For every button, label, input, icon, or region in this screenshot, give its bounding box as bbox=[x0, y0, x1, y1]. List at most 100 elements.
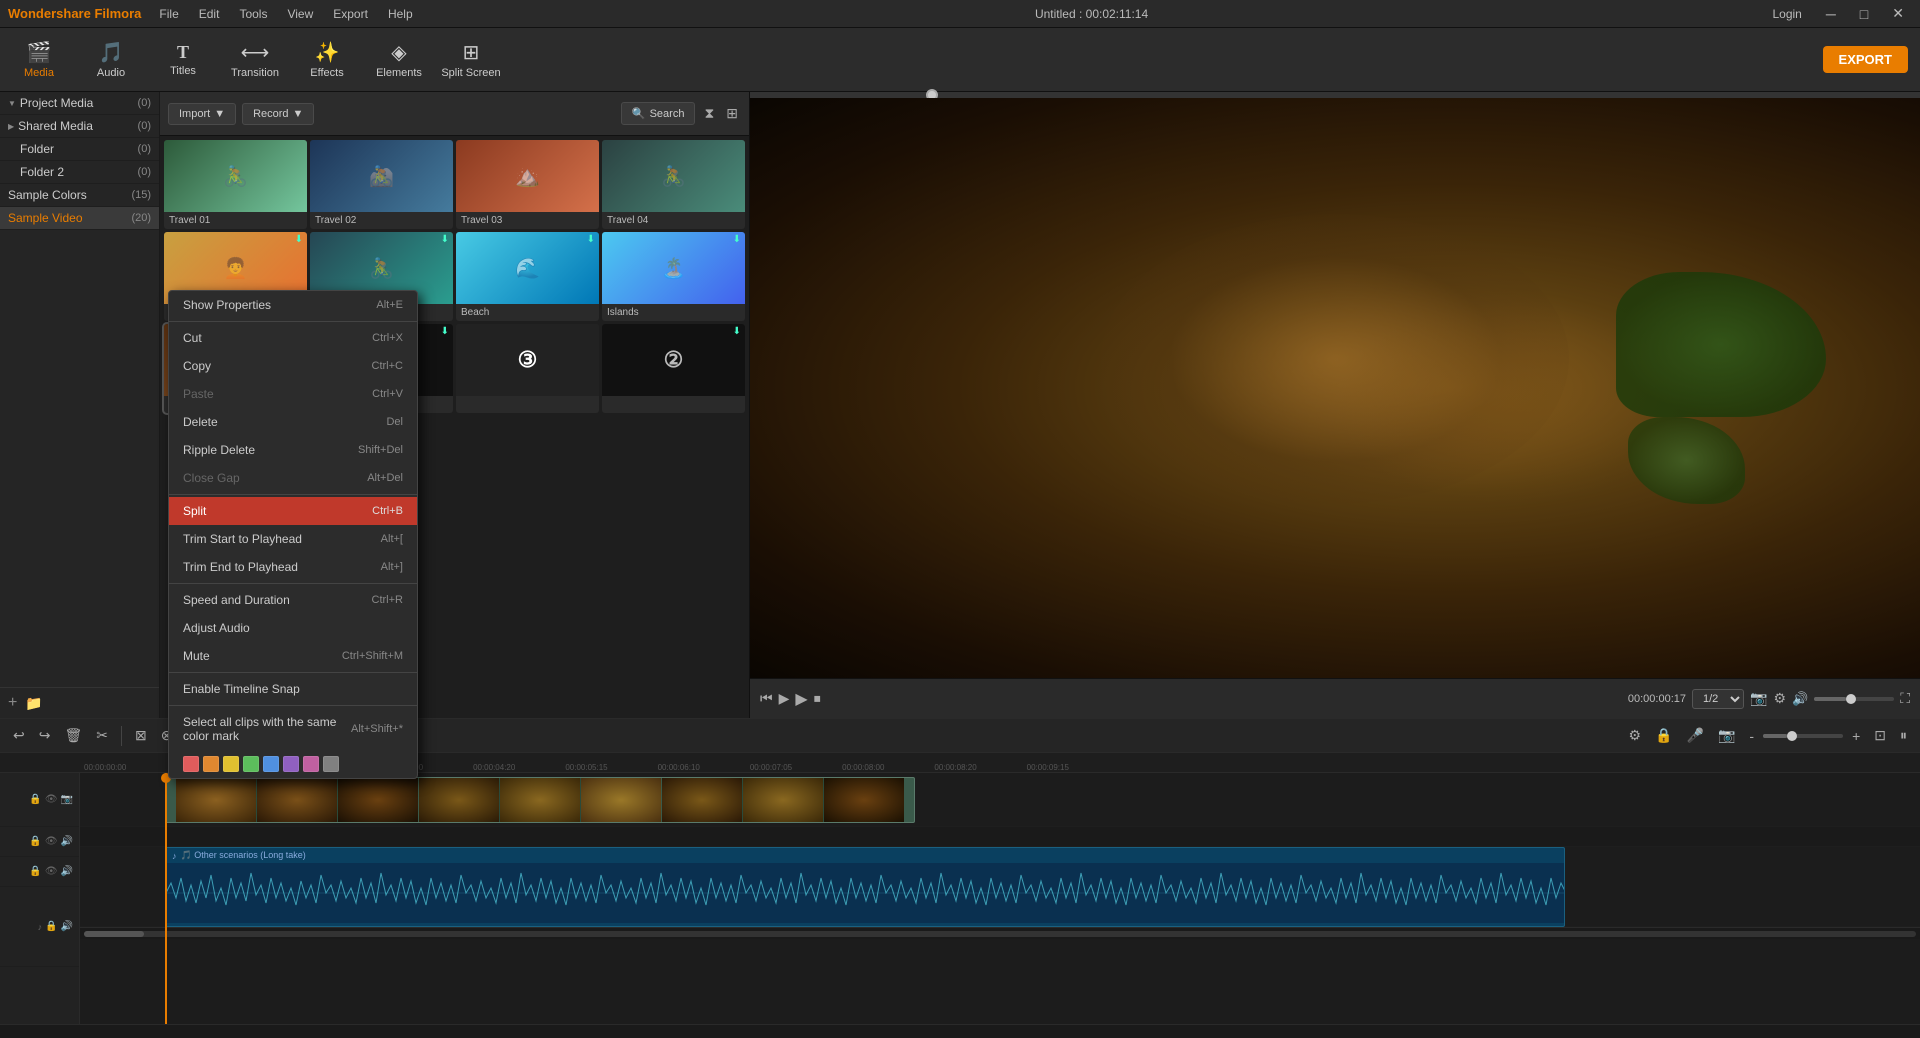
zoom-minus-btn[interactable]: - bbox=[1744, 725, 1759, 747]
snap-btn[interactable]: ⊠ bbox=[130, 724, 152, 747]
video-track-lock-icon[interactable]: 🔒 bbox=[29, 794, 41, 805]
undo-btn[interactable]: ↩ bbox=[8, 724, 30, 747]
close-btn[interactable]: ✕ bbox=[1884, 3, 1912, 24]
swatch-blue[interactable] bbox=[263, 756, 279, 772]
play-btn[interactable]: ▶ bbox=[795, 689, 807, 709]
video-track-eye-icon[interactable]: 👁 bbox=[45, 794, 58, 805]
ctx-adjust-audio[interactable]: Adjust Audio bbox=[169, 614, 417, 642]
audio1-track-eye-icon[interactable]: 👁 bbox=[45, 836, 58, 847]
media-item-travel01[interactable]: 🚴 Travel 01 bbox=[164, 140, 307, 229]
swatch-purple[interactable] bbox=[283, 756, 299, 772]
menu-edit[interactable]: Edit bbox=[193, 5, 226, 23]
swatch-orange[interactable] bbox=[203, 756, 219, 772]
media-item-countdown3[interactable]: ③ bbox=[456, 324, 599, 413]
ctx-speed-duration[interactable]: Speed and Duration Ctrl+R bbox=[169, 586, 417, 614]
sidebar-item-folder[interactable]: Folder (0) bbox=[0, 138, 159, 161]
menu-export[interactable]: Export bbox=[327, 5, 374, 23]
record-button[interactable]: Record ▼ bbox=[242, 103, 314, 125]
sidebar-item-project-media[interactable]: Project Media (0) bbox=[0, 92, 159, 115]
preview-screenshot-btn[interactable]: 📷 bbox=[1750, 690, 1767, 707]
swatch-pink[interactable] bbox=[303, 756, 319, 772]
tool-splitscreen[interactable]: ⊞ Split Screen bbox=[436, 32, 506, 88]
grid-view-button[interactable]: ⊞ bbox=[723, 102, 741, 125]
timeline-fit-btn[interactable]: ⊡ bbox=[1869, 724, 1891, 747]
menu-view[interactable]: View bbox=[281, 5, 319, 23]
timeline-zoom-slider[interactable] bbox=[1763, 734, 1843, 738]
timeline-mic-btn[interactable]: 🎤 bbox=[1682, 724, 1709, 747]
ctx-trim-start[interactable]: Trim Start to Playhead Alt+[ bbox=[169, 525, 417, 553]
audio2-track-eye-icon[interactable]: 👁 bbox=[45, 866, 58, 877]
tool-elements[interactable]: ◈ Elements bbox=[364, 32, 434, 88]
menu-tools[interactable]: Tools bbox=[233, 5, 273, 23]
ctx-delete[interactable]: Delete Del bbox=[169, 408, 417, 436]
delete-btn[interactable]: 🗑 bbox=[59, 724, 87, 747]
sidebar-item-shared-media[interactable]: Shared Media (0) bbox=[0, 115, 159, 138]
swatch-red[interactable] bbox=[183, 756, 199, 772]
swatch-yellow[interactable] bbox=[223, 756, 239, 772]
audio2-track-lock-icon[interactable]: 🔒 bbox=[29, 866, 41, 877]
tool-media[interactable]: 🎬 Media bbox=[4, 32, 74, 88]
swatch-green[interactable] bbox=[243, 756, 259, 772]
ctx-show-properties[interactable]: Show Properties Alt+E bbox=[169, 291, 417, 319]
login-btn[interactable]: Login bbox=[1764, 5, 1809, 23]
add-media-icon[interactable]: + bbox=[8, 694, 17, 712]
ctx-split[interactable]: Split Ctrl+B bbox=[169, 497, 417, 525]
video-track-camera-icon[interactable]: 📷 bbox=[61, 794, 73, 805]
ctx-select-color[interactable]: Select all clips with the same color mar… bbox=[169, 708, 417, 750]
ctx-copy[interactable]: Copy Ctrl+C bbox=[169, 352, 417, 380]
tool-transition[interactable]: ⟷ Transition bbox=[220, 32, 290, 88]
tool-titles[interactable]: T Titles bbox=[148, 32, 218, 88]
preview-settings-btn[interactable]: ⚙ bbox=[1773, 690, 1786, 707]
search-button[interactable]: 🔍 Search bbox=[621, 102, 696, 125]
ctx-mute[interactable]: Mute Ctrl+Shift+M bbox=[169, 642, 417, 670]
media-item-beach[interactable]: 🌊 ⬇ Beach bbox=[456, 232, 599, 321]
video-clip-1[interactable] bbox=[165, 777, 915, 823]
import-button[interactable]: Import ▼ bbox=[168, 103, 236, 125]
timeline-scrollbar[interactable] bbox=[80, 927, 1920, 939]
stop-btn[interactable]: ⏹ bbox=[814, 690, 821, 707]
sidebar-item-folder2[interactable]: Folder 2 (0) bbox=[0, 161, 159, 184]
context-menu[interactable]: Show Properties Alt+E Cut Ctrl+X Copy Ct… bbox=[168, 290, 418, 779]
timeline-settings-btn[interactable]: ⚙ bbox=[1624, 724, 1647, 747]
filter-button[interactable]: ⧗ bbox=[701, 102, 717, 125]
export-button[interactable]: EXPORT bbox=[1823, 46, 1908, 73]
timeline-pause-btn[interactable]: ⏸ bbox=[1895, 724, 1912, 747]
sidebar-item-sample-colors[interactable]: Sample Colors (15) bbox=[0, 184, 159, 207]
audio2-track-vol-icon[interactable]: 🔊 bbox=[61, 866, 73, 877]
ratio-select[interactable]: 1/2Full1/4 bbox=[1692, 689, 1744, 709]
ctx-enable-snap[interactable]: Enable Timeline Snap bbox=[169, 675, 417, 703]
timeline-lock-btn[interactable]: 🔒 bbox=[1650, 724, 1677, 747]
tool-effects[interactable]: ✨ Effects bbox=[292, 32, 362, 88]
timeline-camera-btn[interactable]: 📷 bbox=[1713, 724, 1740, 747]
media-item-countdown2[interactable]: ② ⬇ bbox=[602, 324, 745, 413]
volume-slider[interactable] bbox=[1814, 697, 1894, 701]
redo-btn[interactable]: ↪ bbox=[34, 724, 56, 747]
audio1-track-lock-icon[interactable]: 🔒 bbox=[29, 836, 41, 847]
sidebar-item-sample-video[interactable]: Sample Video (20) bbox=[0, 207, 159, 230]
ctx-cut[interactable]: Cut Ctrl+X bbox=[169, 324, 417, 352]
media-item-travel03[interactable]: 🏔️ Travel 03 bbox=[456, 140, 599, 229]
menu-help[interactable]: Help bbox=[382, 5, 419, 23]
minimize-btn[interactable]: ─ bbox=[1818, 4, 1844, 24]
add-folder-icon[interactable]: 📁 bbox=[25, 695, 42, 712]
menu-file[interactable]: File bbox=[153, 5, 184, 23]
tool-audio[interactable]: 🎵 Audio bbox=[76, 32, 146, 88]
split-btn[interactable]: ✂ bbox=[91, 724, 113, 747]
media-item-travel02[interactable]: 🚵 Travel 02 bbox=[310, 140, 453, 229]
audio3-track-vol-icon[interactable]: 🔊 bbox=[61, 921, 73, 932]
ctx-paste[interactable]: Paste Ctrl+V bbox=[169, 380, 417, 408]
audio1-track-vol-icon[interactable]: 🔊 bbox=[61, 836, 73, 847]
media-item-islands[interactable]: 🏝️ ⬇ Islands bbox=[602, 232, 745, 321]
sidebar-shared-media-count: (0) bbox=[138, 120, 151, 132]
audio3-track-lock-icon[interactable]: 🔒 bbox=[45, 921, 57, 932]
play-pause-btn[interactable]: ▶ bbox=[779, 690, 790, 707]
prev-frame-btn[interactable]: ⏮ bbox=[760, 690, 773, 707]
maximize-btn[interactable]: □ bbox=[1852, 4, 1876, 24]
ctx-trim-end[interactable]: Trim End to Playhead Alt+] bbox=[169, 553, 417, 581]
ctx-ripple-delete[interactable]: Ripple Delete Shift+Del bbox=[169, 436, 417, 464]
zoom-plus-btn[interactable]: + bbox=[1847, 725, 1865, 747]
media-item-travel04[interactable]: 🚴 Travel 04 bbox=[602, 140, 745, 229]
fullscreen-btn[interactable]: ⛶ bbox=[1900, 690, 1910, 707]
swatch-gray[interactable] bbox=[323, 756, 339, 772]
ctx-close-gap[interactable]: Close Gap Alt+Del bbox=[169, 464, 417, 492]
